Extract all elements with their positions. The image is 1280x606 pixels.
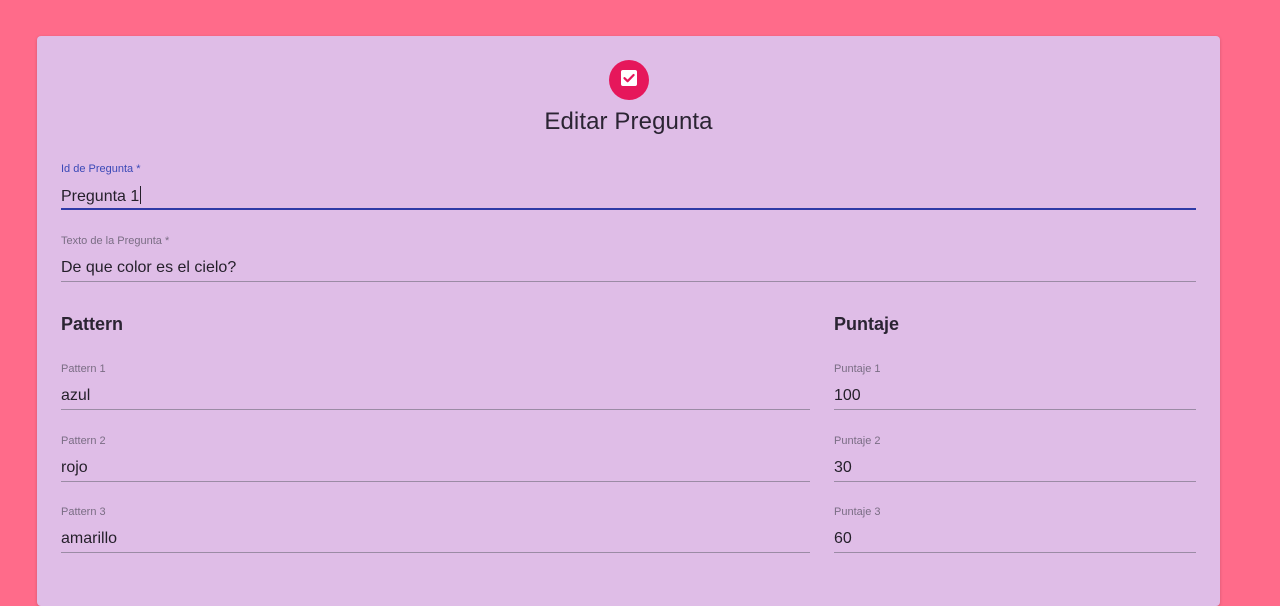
pattern-underline-2 (61, 481, 810, 482)
question-text-underline (61, 281, 1196, 282)
avatar (609, 60, 649, 100)
page-title: Editar Pregunta (544, 108, 713, 135)
edit-question-card: Editar Pregunta Id de Pregunta * Pregunt… (37, 36, 1220, 606)
check-box-icon (619, 68, 639, 93)
score-label-3: Puntaje 3 (834, 506, 881, 518)
question-id-label: Id de Pregunta * (61, 163, 141, 175)
score-field-2[interactable]: Puntaje 2 30 (834, 434, 1196, 482)
score-field-3[interactable]: Puntaje 3 60 (834, 505, 1196, 553)
score-label-2: Puntaje 2 (834, 435, 881, 447)
score-field-1[interactable]: Puntaje 1 100 (834, 362, 1196, 410)
question-id-underline (61, 208, 1196, 210)
score-underline-1 (834, 409, 1196, 410)
score-input-2[interactable]: 30 (834, 458, 1196, 478)
pattern-label-2: Pattern 2 (61, 435, 106, 447)
pattern-label-3: Pattern 3 (61, 506, 106, 518)
score-heading: Puntaje (834, 314, 900, 334)
pattern-input-3[interactable]: amarillo (61, 529, 810, 549)
score-underline-2 (834, 481, 1196, 482)
pattern-label-1: Pattern 1 (61, 363, 106, 375)
question-id-input[interactable]: Pregunta 1 (61, 186, 1196, 206)
pattern-field-1[interactable]: Pattern 1 azul (61, 362, 810, 410)
pattern-input-1[interactable]: azul (61, 386, 810, 406)
question-id-field[interactable]: Id de Pregunta * Pregunta 1 (61, 162, 1196, 210)
pattern-field-2[interactable]: Pattern 2 rojo (61, 434, 810, 482)
question-text-label: Texto de la Pregunta * (61, 235, 170, 247)
question-text-field[interactable]: Texto de la Pregunta * De que color es e… (61, 234, 1196, 282)
question-text-input[interactable]: De que color es el cielo? (61, 258, 1196, 278)
score-input-1[interactable]: 100 (834, 386, 1196, 406)
pattern-input-2[interactable]: rojo (61, 458, 810, 478)
score-label-1: Puntaje 1 (834, 363, 881, 375)
pattern-underline-3 (61, 552, 810, 553)
pattern-heading: Pattern (61, 314, 124, 334)
score-input-3[interactable]: 60 (834, 529, 1196, 549)
text-caret (140, 186, 142, 204)
pattern-field-3[interactable]: Pattern 3 amarillo (61, 505, 810, 553)
score-underline-3 (834, 552, 1196, 553)
pattern-underline-1 (61, 409, 810, 410)
